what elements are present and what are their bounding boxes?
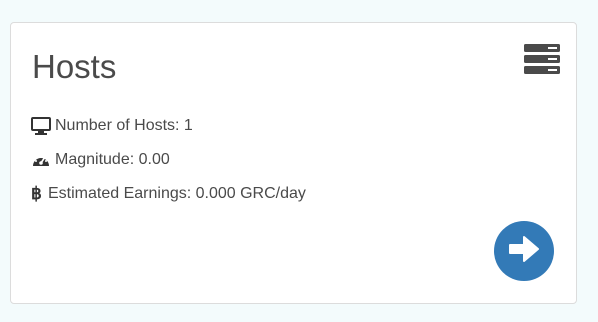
- stat-estimated-earnings: ฿ Estimated Earnings: 0.000 GRC/day: [31, 177, 306, 211]
- bitcoin-icon: ฿: [31, 184, 42, 203]
- tachometer-icon: [31, 151, 51, 169]
- magnitude-label: Magnitude: 0.00: [55, 151, 170, 168]
- desktop-icon: [31, 117, 51, 135]
- server-icon: [524, 44, 560, 74]
- estimated-earnings-label: Estimated Earnings: 0.000 GRC/day: [48, 185, 306, 202]
- stat-magnitude: Magnitude: 0.00: [31, 143, 306, 177]
- arrow-right-icon: [507, 234, 541, 269]
- host-stats: Number of Hosts: 1 Magnitude: 0.00 ฿ Est…: [31, 109, 306, 211]
- hosts-card: Hosts Number of Hosts: 1 Magnitude: 0.00…: [10, 22, 577, 304]
- card-title: Hosts: [32, 48, 117, 85]
- view-hosts-button[interactable]: [494, 221, 554, 281]
- number-of-hosts-label: Number of Hosts: 1: [55, 117, 193, 134]
- stat-number-of-hosts: Number of Hosts: 1: [31, 109, 306, 143]
